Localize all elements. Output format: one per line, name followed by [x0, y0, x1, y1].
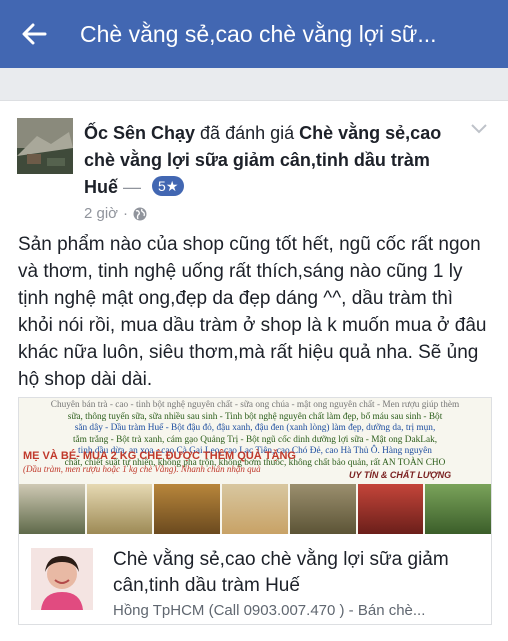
post-time[interactable]: 2 giờ	[84, 205, 118, 222]
top-navigation-bar: Chè vằng sẻ,cao chè vằng lợi sữ...	[0, 0, 508, 68]
link-info[interactable]: Chè vằng sẻ,cao chè vằng lợi sữa giảm câ…	[19, 534, 491, 624]
product-photo	[425, 484, 491, 534]
post-meta: 2 giờ ·	[84, 205, 147, 222]
product-photo	[86, 484, 153, 534]
post-header: Ốc Sên Chạy đã đánh giá Chè vằng sẻ,cao …	[84, 120, 444, 201]
product-photo	[154, 484, 221, 534]
link-title[interactable]: Chè vằng sẻ,cao chè vằng lợi sữa giảm câ…	[113, 547, 483, 599]
author-avatar[interactable]	[17, 118, 73, 174]
page-title: Chè vằng sẻ,cao chè vằng lợi sữ...	[80, 21, 437, 47]
promo-banner: MẸ VÀ BÉ- MUA 2 KG CHÈ ĐƯỢC THÊM QUÀ TẶN…	[23, 450, 296, 462]
product-photo	[222, 484, 288, 534]
globe-icon	[133, 207, 147, 220]
product-photo	[357, 484, 424, 534]
back-button[interactable]	[18, 18, 50, 50]
promo-note: (Dầu tràm, men rượu hoặc 1 kg chè Vằng).…	[23, 464, 261, 474]
dash-separator: —	[118, 177, 147, 197]
meta-dot: ·	[123, 205, 129, 222]
shared-link-card[interactable]: Chuyên bán trà - cao - tinh bột nghệ ngu…	[18, 397, 492, 625]
promo-line: săn dây - Dầu tràm Huế - Bột đậu đỏ, đậu…	[74, 423, 436, 433]
product-photo	[19, 484, 85, 534]
avatar-image	[17, 118, 73, 174]
arrow-left-icon	[22, 23, 47, 45]
rating-badge: 5★	[152, 176, 185, 196]
promo-line: tắm trắng - Bột trà xanh, cám gạo Quảng …	[72, 434, 438, 445]
review-post-card: Ốc Sên Chạy đã đánh giá Chè vằng sẻ,cao …	[0, 100, 508, 641]
quality-label: UY TÍN & CHẤT LƯỢNG	[349, 470, 452, 480]
product-photos	[19, 484, 491, 534]
promo-line: Chuyên bán trà - cao - tinh bột nghệ ngu…	[50, 400, 460, 410]
link-thumbnail	[31, 548, 93, 610]
link-description: Hồng TpHCM (Call 0903.007.470 ) - Bán ch…	[113, 602, 426, 619]
review-text: Sản phẩm nào của shop cũng tốt hết, ngũ …	[18, 234, 487, 390]
author-name[interactable]: Ốc Sên Chạy	[84, 123, 195, 143]
chevron-down-icon[interactable]	[470, 123, 488, 135]
action-text: đã đánh giá	[195, 123, 300, 143]
link-preview-image[interactable]: Chuyên bán trà - cao - tinh bột nghệ ngu…	[19, 398, 491, 534]
product-photo	[289, 484, 356, 534]
promo-line: sữa, thông tuyến sữa, sữa nhiều sau sinh…	[67, 411, 443, 422]
